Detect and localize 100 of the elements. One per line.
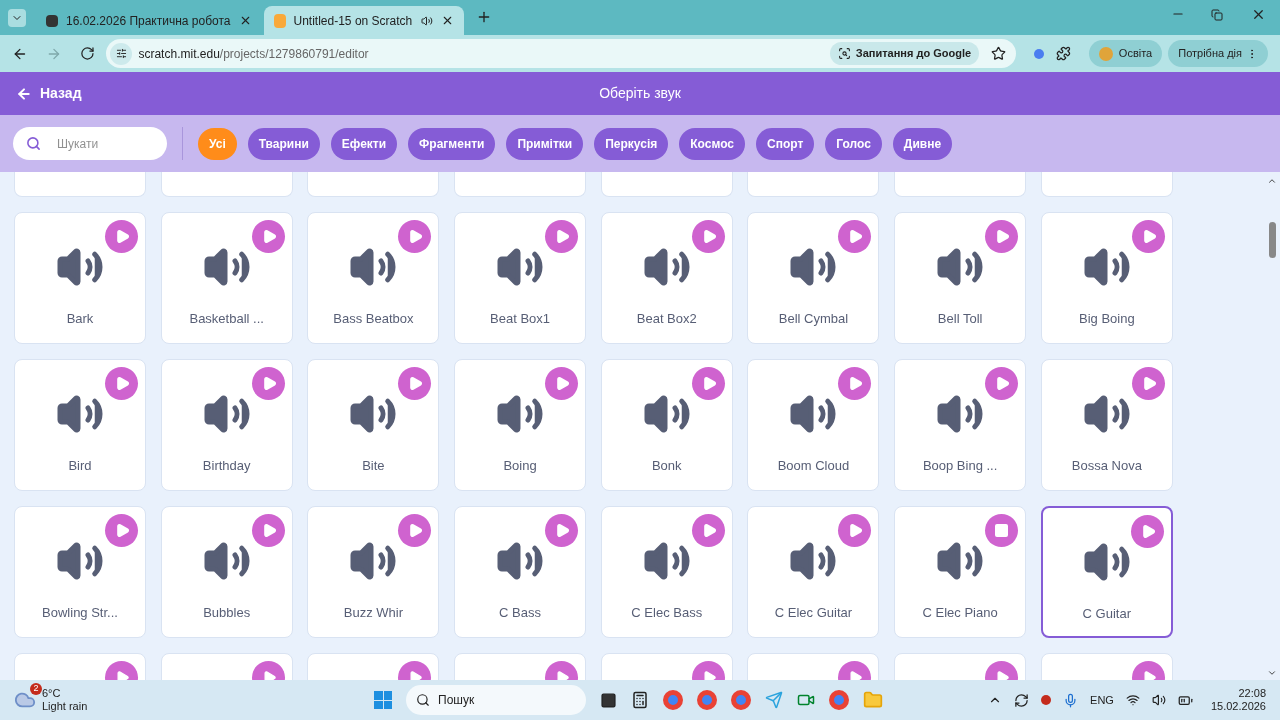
bookmark-star-icon[interactable] bbox=[991, 46, 1007, 61]
sound-tile[interactable]: C Elec Guitar bbox=[747, 506, 880, 638]
sound-tile[interactable] bbox=[1040, 172, 1173, 197]
sound-tile[interactable] bbox=[14, 172, 146, 197]
play-button[interactable] bbox=[545, 367, 579, 400]
action-button[interactable]: Потрібна дія bbox=[1168, 40, 1268, 67]
sound-tile[interactable] bbox=[307, 172, 440, 197]
sync-icon[interactable] bbox=[1014, 692, 1030, 708]
sound-tile[interactable]: Basketball ... bbox=[160, 212, 293, 344]
play-icon bbox=[995, 670, 1011, 680]
tab-list-button[interactable] bbox=[8, 9, 26, 27]
sound-tile[interactable]: Big Boing bbox=[1040, 212, 1173, 344]
play-button[interactable] bbox=[545, 220, 579, 253]
play-button[interactable] bbox=[398, 514, 432, 547]
language-indicator[interactable]: ENG bbox=[1090, 691, 1114, 709]
category-filter[interactable]: Голос bbox=[825, 127, 882, 160]
play-icon bbox=[848, 376, 864, 391]
category-filter[interactable]: Дивне bbox=[892, 127, 953, 160]
category-filter[interactable]: Спорт bbox=[756, 127, 815, 160]
sound-tile[interactable]: C Elec Piano bbox=[894, 506, 1027, 638]
wifi-icon[interactable] bbox=[1125, 693, 1140, 707]
play-button[interactable] bbox=[545, 514, 579, 547]
category-filter[interactable]: Перкусія bbox=[594, 127, 669, 160]
play-button[interactable] bbox=[691, 367, 725, 400]
sound-tile[interactable]: Bossa Nova bbox=[1040, 359, 1173, 491]
play-button[interactable] bbox=[838, 367, 872, 400]
sound-tile[interactable]: Bite bbox=[307, 359, 440, 491]
sound-tile[interactable]: Boom Cloud bbox=[747, 359, 880, 491]
category-filter[interactable]: Ефекти bbox=[330, 127, 398, 160]
sound-tile[interactable]: C Guitar bbox=[1040, 506, 1173, 638]
microphone-icon[interactable] bbox=[1063, 692, 1079, 708]
play-button[interactable] bbox=[838, 514, 872, 547]
scroll-up-icon[interactable] bbox=[1267, 176, 1277, 186]
back-button[interactable]: Назад bbox=[16, 83, 82, 104]
play-button[interactable] bbox=[105, 367, 138, 400]
category-filter[interactable]: Тварини bbox=[247, 127, 320, 160]
avatar-icon bbox=[1098, 46, 1113, 61]
sound-tile[interactable]: C Elec Bass bbox=[600, 506, 733, 638]
sound-tile[interactable]: Boing bbox=[454, 359, 587, 491]
tune-icon bbox=[115, 48, 127, 59]
taskbar-search-field[interactable]: Пошук bbox=[406, 685, 586, 715]
play-button[interactable] bbox=[838, 220, 872, 253]
stop-button[interactable] bbox=[985, 514, 1019, 547]
sound-tile[interactable]: Beat Box2 bbox=[600, 212, 733, 344]
scroll-down-icon[interactable] bbox=[1267, 668, 1277, 678]
play-button[interactable] bbox=[691, 514, 725, 547]
close-window-icon[interactable] bbox=[1251, 7, 1266, 22]
play-icon bbox=[408, 670, 424, 680]
sound-tile[interactable]: C Bass bbox=[454, 506, 587, 638]
folder-icon[interactable] bbox=[863, 690, 883, 710]
play-button[interactable] bbox=[1130, 515, 1164, 548]
sound-tile[interactable]: Beat Box1 bbox=[454, 212, 587, 344]
record-icon[interactable] bbox=[1041, 695, 1052, 705]
sound-tile[interactable] bbox=[600, 172, 733, 197]
play-button[interactable] bbox=[251, 220, 285, 253]
site-info-icon[interactable] bbox=[110, 42, 133, 65]
scrollbar[interactable] bbox=[1266, 176, 1278, 678]
sound-tile[interactable]: Bonk bbox=[600, 359, 733, 491]
address-bar[interactable]: scratch.mit.edu/projects/1279860791/editor Запитання до Google bbox=[106, 39, 1017, 68]
sound-tile[interactable]: Bubbles bbox=[160, 506, 293, 638]
sound-tile[interactable]: Bark bbox=[14, 212, 146, 344]
play-button[interactable] bbox=[105, 514, 138, 547]
sound-tile[interactable]: Birthday bbox=[160, 359, 293, 491]
sound-tile[interactable]: Boop Bing ... bbox=[894, 359, 1027, 491]
browser-tab[interactable]: 16.02.2026 Практична робота bbox=[36, 6, 262, 35]
sound-tile[interactable]: Bass Beatbox bbox=[307, 212, 440, 344]
category-filter[interactable]: Примітки bbox=[506, 127, 584, 160]
volume-icon[interactable] bbox=[1151, 693, 1166, 707]
sound-tile[interactable]: Bell Cymbal bbox=[747, 212, 880, 344]
reload-icon[interactable] bbox=[79, 46, 95, 61]
profile-button[interactable]: Освіта bbox=[1088, 40, 1163, 67]
extensions-icon[interactable] bbox=[1056, 46, 1071, 61]
sound-tile[interactable]: Bird bbox=[14, 359, 146, 491]
category-filter[interactable]: Космос bbox=[679, 127, 745, 160]
sound-tile[interactable] bbox=[894, 172, 1027, 197]
play-button[interactable] bbox=[398, 367, 432, 400]
google-lens-button[interactable]: Запитання до Google bbox=[829, 42, 980, 65]
browser-tab[interactable]: Untitled-15 on Scratch bbox=[263, 6, 464, 35]
play-button[interactable] bbox=[985, 367, 1019, 400]
scroll-thumb[interactable] bbox=[1268, 222, 1276, 258]
sound-tile[interactable] bbox=[747, 172, 880, 197]
play-button[interactable] bbox=[1131, 220, 1165, 253]
play-icon bbox=[115, 376, 130, 391]
play-button[interactable] bbox=[105, 220, 138, 253]
play-button[interactable] bbox=[985, 220, 1019, 253]
play-button[interactable] bbox=[251, 514, 285, 547]
sound-tile[interactable]: Buzz Whir bbox=[307, 506, 440, 638]
sound-tile[interactable]: Bell Toll bbox=[894, 212, 1027, 344]
sound-tile[interactable]: Bowling Str... bbox=[14, 506, 146, 638]
sound-tile[interactable] bbox=[454, 172, 587, 197]
start-icon[interactable] bbox=[374, 691, 392, 709]
play-button[interactable] bbox=[691, 220, 725, 253]
play-button[interactable] bbox=[398, 220, 432, 253]
sound-tile[interactable] bbox=[160, 172, 293, 197]
calculator-icon[interactable] bbox=[631, 691, 649, 709]
search-field[interactable]: Шукати bbox=[13, 127, 167, 160]
category-filter[interactable]: Фрагменти bbox=[408, 127, 496, 160]
play-button[interactable] bbox=[1131, 367, 1165, 400]
restore-icon[interactable] bbox=[1211, 9, 1223, 21]
play-button[interactable] bbox=[251, 367, 285, 400]
